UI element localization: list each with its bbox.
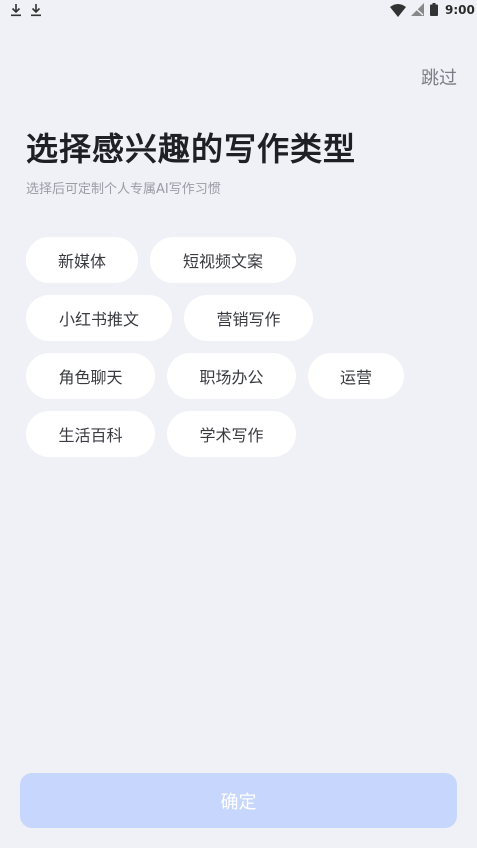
battery-icon [430,3,438,16]
tag-chip-xiaohongshu-post[interactable]: 小红书推文 [26,295,172,341]
status-bar: 9:00 [0,0,477,22]
tag-chip-life-encyclopedia[interactable]: 生活百科 [26,411,155,457]
download-icon [11,4,21,17]
download-icon [31,4,41,17]
tag-chip-marketing-writing[interactable]: 营销写作 [184,295,313,341]
page-title: 选择感兴趣的写作类型 [26,130,357,168]
tag-chip-new-media[interactable]: 新媒体 [26,237,138,283]
tag-chip-academic-writing[interactable]: 学术写作 [167,411,296,457]
tag-chip-office-work[interactable]: 职场办公 [167,353,296,399]
status-time: 9:00 [445,3,475,17]
no-signal-icon [411,3,424,16]
confirm-button[interactable]: 确定 [20,773,457,828]
tag-chip-short-video-copy[interactable]: 短视频文案 [150,237,296,283]
interest-selection-screen: 9:00 跳过 选择感兴趣的写作类型 选择后可定制个人专属AI写作习惯 新媒体 … [0,0,477,848]
page-subtitle: 选择后可定制个人专属AI写作习惯 [26,182,221,197]
wifi-icon [390,4,406,17]
skip-button[interactable]: 跳过 [421,64,457,90]
tag-chip-operations[interactable]: 运营 [308,353,404,399]
tag-chip-role-chat[interactable]: 角色聊天 [26,353,155,399]
